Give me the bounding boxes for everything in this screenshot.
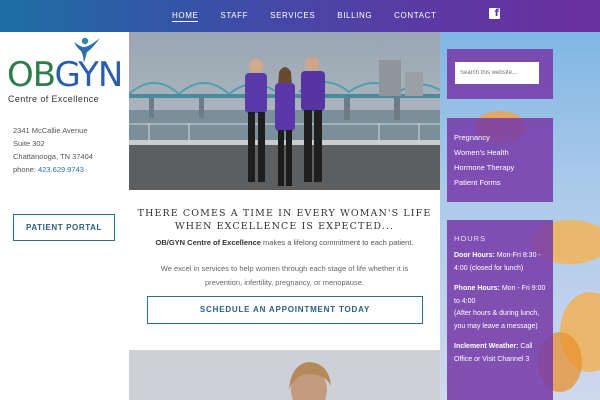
link-hormone-therapy[interactable]: Hormone Therapy xyxy=(454,160,514,175)
top-navigation: HOME STAFF SERVICES BILLING CONTACT f xyxy=(0,0,600,32)
intro-text: OB/GYN Centre of Excellence makes a life… xyxy=(129,238,440,247)
doctor-photo xyxy=(129,350,440,400)
hero-photo xyxy=(129,32,440,190)
door-hours-label: Door Hours: xyxy=(454,252,495,259)
hours-body: Door Hours: Mon-Fri 8:30 - 4:00 (closed … xyxy=(454,250,548,374)
services-paragraph: We excel in services to help women throu… xyxy=(160,264,409,287)
phone-number-link[interactable]: 423.629.9743 xyxy=(38,165,84,174)
slogan-line-1: THERE COMES A TIME IN EVERY WOMAN'S LIFE xyxy=(137,208,432,219)
logo-wordmark: OBGYN xyxy=(7,55,124,95)
nav-billing[interactable]: BILLING xyxy=(337,0,372,32)
hours-widget: HOURS Door Hours: Mon-Fri 8:30 - 4:00 (c… xyxy=(447,220,553,400)
phone-line: phone: 423.629.9743 xyxy=(13,163,93,176)
inclement-weather: Inclement Weather: Call Office or Visit … xyxy=(454,341,548,366)
nav-staff[interactable]: STAFF xyxy=(220,0,248,32)
address-line-1: 2341 McCallie Avenue xyxy=(13,126,88,135)
address-line-3: Chattanooga, TN 37404 xyxy=(13,152,93,161)
door-hours: Door Hours: Mon-Fri 8:30 - 4:00 (closed … xyxy=(454,250,548,275)
search-input[interactable] xyxy=(455,62,539,84)
link-patient-forms[interactable]: Patient Forms xyxy=(454,175,514,190)
phone-hours: Phone Hours: Mon - Fri 9:00 to 4:00 (Aft… xyxy=(454,283,548,333)
link-womens-health[interactable]: Women's Health xyxy=(454,145,514,160)
address-line-2: Suite 302 xyxy=(13,139,45,148)
phone-hours-note: (After hours & during lunch, you may lea… xyxy=(454,310,540,330)
logo-gyn: GYN xyxy=(54,55,124,95)
hero-slogan: THERE COMES A TIME IN EVERY WOMAN'S LIFE… xyxy=(129,207,440,233)
slogan-line-2: WHEN EXCELLENCE IS EXPECTED... xyxy=(174,221,395,232)
search-widget xyxy=(447,49,553,99)
phone-label: phone: xyxy=(13,165,36,174)
doctor-photo-illustration xyxy=(129,350,440,400)
services-links-widget: Pregnancy Women's Health Hormone Therapy… xyxy=(447,118,553,202)
logo-tagline: Centre of Excellence xyxy=(8,94,100,104)
schedule-appointment-button[interactable]: SCHEDULE AN APPOINTMENT TODAY xyxy=(147,296,423,324)
main-content: THERE COMES A TIME IN EVERY WOMAN'S LIFE… xyxy=(129,32,440,400)
site-logo[interactable]: OBGYN Centre of Excellence xyxy=(6,36,124,106)
weather-label: Inclement Weather: xyxy=(454,343,519,350)
intro-practice-name: OB/GYN Centre of Excellence xyxy=(155,238,261,247)
nav-home[interactable]: HOME xyxy=(172,0,199,22)
facebook-icon[interactable]: f xyxy=(489,8,500,19)
facebook-glyph: f xyxy=(494,8,499,19)
nav-contact[interactable]: CONTACT xyxy=(394,0,436,32)
patient-portal-button[interactable]: PATIENT PORTAL xyxy=(13,214,115,241)
address-block: 2341 McCallie Avenue Suite 302 Chattanoo… xyxy=(13,124,93,176)
phone-hours-label: Phone Hours: xyxy=(454,285,500,292)
intro-text-rest: makes a lifelong commitment to each pati… xyxy=(260,238,414,247)
hero-photo-illustration xyxy=(129,32,440,190)
nav-services[interactable]: SERVICES xyxy=(270,0,315,32)
link-pregnancy[interactable]: Pregnancy xyxy=(454,130,514,145)
hours-title: HOURS xyxy=(454,234,487,243)
services-link-list: Pregnancy Women's Health Hormone Therapy… xyxy=(454,130,514,190)
nav-menu: HOME STAFF SERVICES BILLING CONTACT xyxy=(172,0,458,32)
logo-ob: OB xyxy=(7,55,55,95)
